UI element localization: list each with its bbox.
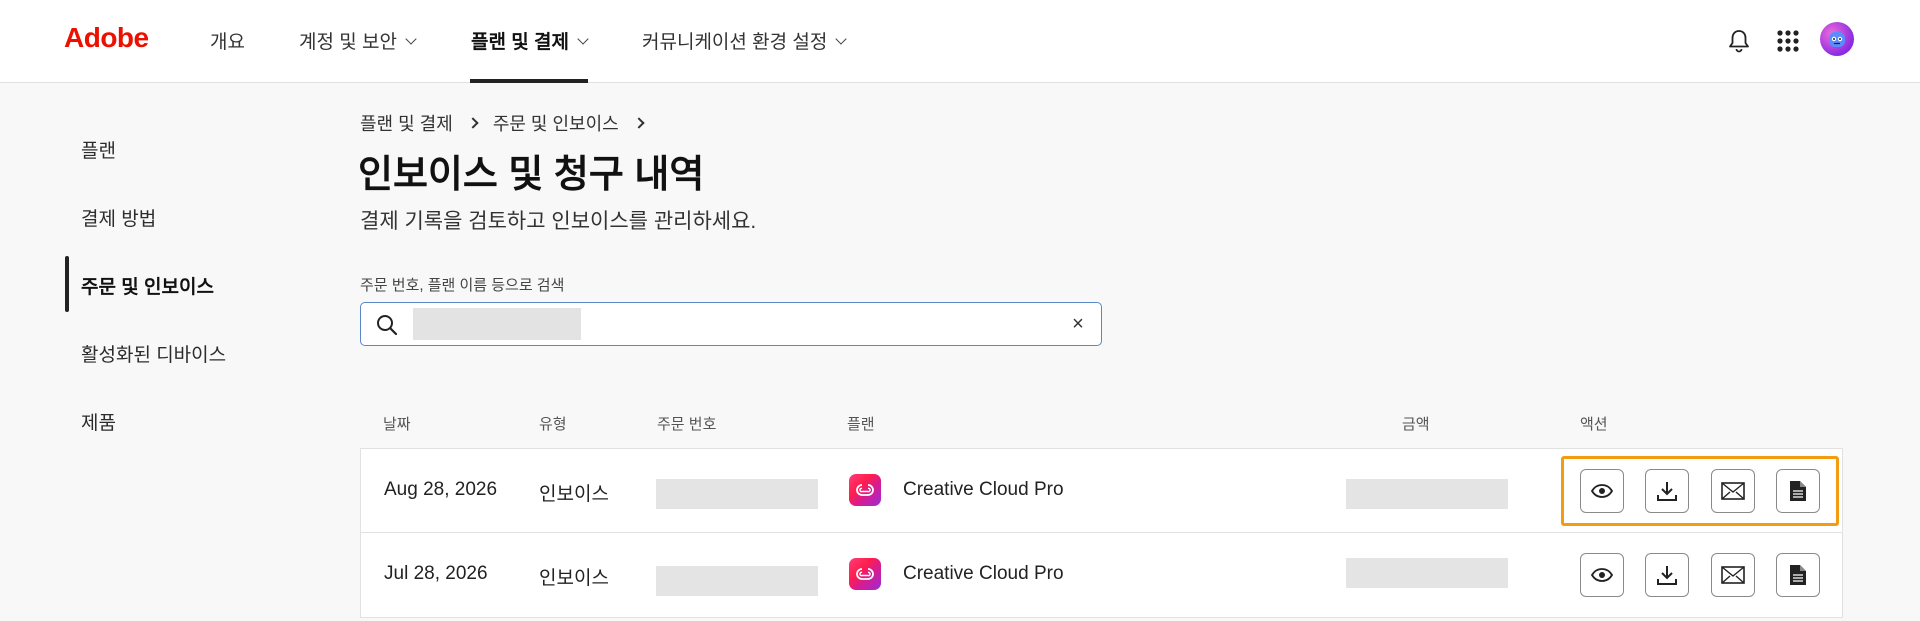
email-invoice-button[interactable]	[1711, 553, 1755, 597]
column-header-date: 날짜	[383, 416, 411, 433]
active-nav-indicator	[470, 79, 588, 83]
row-date: Jul 28, 2026	[384, 563, 488, 584]
sidebar-item-plans[interactable]: 플랜	[81, 136, 116, 163]
adobe-logo[interactable]: Adobe	[64, 22, 149, 54]
row-plan: Creative Cloud Pro	[903, 479, 1064, 500]
column-header-order-number: 주문 번호	[657, 416, 717, 433]
column-header-amount: 금액	[1402, 416, 1430, 433]
chevron-down-icon	[577, 32, 589, 45]
document-invoice-button[interactable]	[1776, 553, 1820, 597]
page-subtitle: 결제 기록을 검토하고 인보이스를 관리하세요.	[360, 210, 757, 233]
view-invoice-button[interactable]	[1580, 553, 1624, 597]
chevron-right-icon	[467, 117, 479, 129]
sidebar-active-indicator	[65, 256, 69, 312]
download-invoice-button[interactable]	[1645, 553, 1689, 597]
eye-icon	[1591, 568, 1613, 582]
document-icon	[1790, 481, 1806, 501]
chevron-right-icon	[633, 117, 645, 129]
email-invoice-button[interactable]	[1711, 469, 1755, 513]
search-label: 주문 번호, 플랜 이름 등으로 검색	[360, 277, 565, 294]
search-icon	[375, 313, 399, 342]
nav-item-plans-billing[interactable]: 플랜 및 결제	[471, 27, 589, 54]
sidebar-item-payment-methods[interactable]: 결제 방법	[81, 204, 156, 231]
row-type: 인보이스	[539, 568, 609, 589]
nav-item-communication-preferences[interactable]: 커뮤니케이션 환경 설정	[642, 27, 848, 54]
sidebar-item-orders-invoices[interactable]: 주문 및 인보이스	[81, 272, 214, 299]
column-header-actions: 액션	[1580, 416, 1608, 433]
download-icon	[1657, 482, 1677, 501]
nav-item-overview[interactable]: 개요	[210, 27, 245, 54]
redacted-order-number	[656, 566, 818, 596]
avatar-face-icon	[1829, 32, 1845, 47]
download-invoice-button[interactable]	[1645, 469, 1689, 513]
column-header-type: 유형	[539, 416, 567, 433]
creative-cloud-icon	[849, 558, 881, 590]
avatar[interactable]	[1820, 22, 1854, 56]
nav-item-account-security[interactable]: 계정 및 보안	[299, 27, 417, 54]
document-invoice-button[interactable]	[1776, 469, 1820, 513]
row-type: 인보이스	[539, 484, 609, 505]
nav-item-label: 개요	[210, 32, 245, 53]
nav-item-label: 플랜 및 결제	[471, 32, 569, 53]
envelope-icon	[1721, 566, 1745, 584]
envelope-icon	[1721, 482, 1745, 500]
chevron-down-icon	[405, 32, 417, 45]
sidebar-item-active-devices[interactable]: 활성화된 디바이스	[81, 340, 226, 367]
breadcrumb: 플랜 및 결제 주문 및 인보이스	[360, 110, 649, 136]
redacted-amount	[1346, 558, 1508, 588]
creative-cloud-icon	[849, 474, 881, 506]
page-title: 인보이스 및 청구 내역	[358, 154, 705, 196]
eye-icon	[1591, 484, 1613, 498]
document-icon	[1790, 565, 1806, 585]
download-icon	[1657, 566, 1677, 585]
close-icon[interactable]: ×	[1067, 313, 1089, 335]
bell-icon[interactable]	[1722, 24, 1756, 58]
chevron-down-icon	[835, 32, 848, 45]
top-navigation: Adobe 개요 계정 및 보안 플랜 및 결제 커뮤니케이션 환경 설정	[0, 0, 1920, 83]
app-grid-icon[interactable]	[1771, 24, 1805, 58]
sidebar-item-products[interactable]: 제품	[81, 408, 116, 435]
nav-item-label: 커뮤니케이션 환경 설정	[642, 32, 828, 53]
table-row: Jul 28, 2026 인보이스 Creative Cloud Pro	[360, 533, 1843, 618]
column-header-plan: 플랜	[847, 416, 875, 433]
row-date: Aug 28, 2026	[384, 479, 498, 500]
table-row: Aug 28, 2026 인보이스 Creative Cloud Pro	[360, 448, 1843, 533]
search-field[interactable]: ×	[360, 302, 1102, 346]
redacted-amount	[1346, 479, 1508, 509]
view-invoice-button[interactable]	[1580, 469, 1624, 513]
breadcrumb-item-plans-billing[interactable]: 플랜 및 결제	[360, 110, 453, 136]
nav-item-label: 계정 및 보안	[299, 32, 397, 53]
breadcrumb-item-orders-invoices[interactable]: 주문 및 인보이스	[493, 110, 619, 136]
redacted-order-number	[656, 479, 818, 509]
search-input[interactable]	[413, 308, 1043, 340]
row-plan: Creative Cloud Pro	[903, 563, 1064, 584]
